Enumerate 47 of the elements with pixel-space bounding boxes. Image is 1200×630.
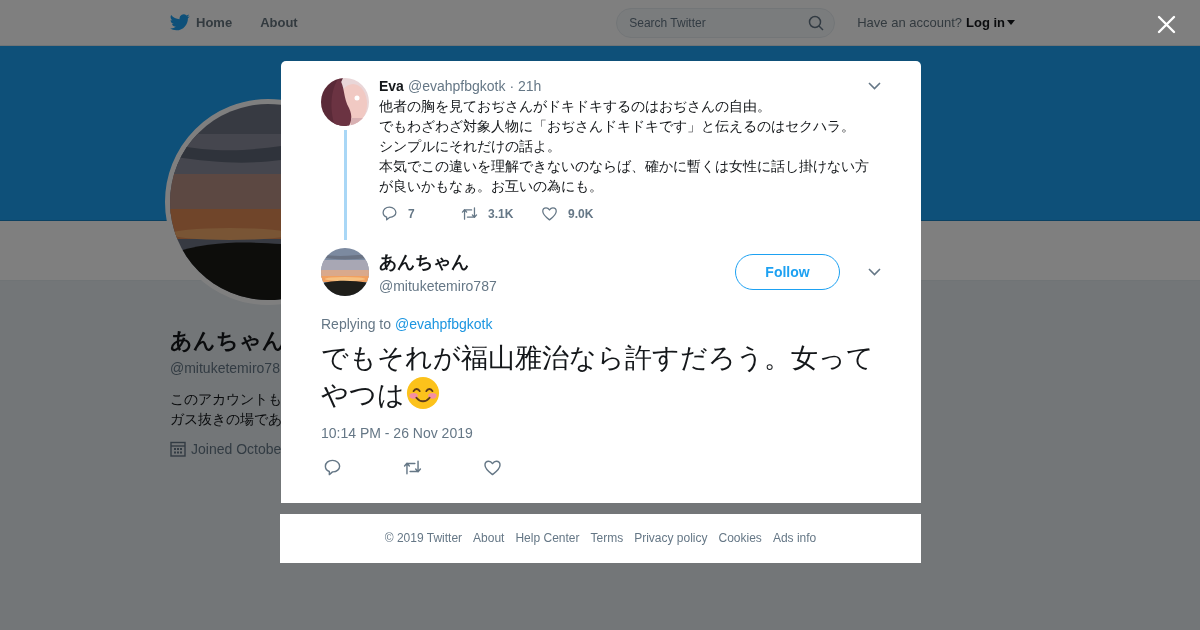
search-icon[interactable] bbox=[808, 14, 825, 31]
footer-link[interactable]: Privacy policy bbox=[634, 531, 708, 545]
footer-link[interactable]: About bbox=[473, 531, 505, 545]
replying-to-text: Replying to @evahpfbgkotk bbox=[320, 315, 494, 332]
tweet-text: でもそれが福山雅治なら許すだろう。女ってやつは bbox=[321, 342, 875, 412]
caret-icon[interactable] bbox=[1007, 20, 1015, 25]
follow-button[interactable]: Follow bbox=[735, 254, 840, 290]
chevron-down-icon[interactable] bbox=[868, 268, 881, 276]
profile-bio: このアカウントも ガス抜きの場であ bbox=[170, 390, 282, 429]
footer-link[interactable]: Cookies bbox=[718, 531, 762, 545]
mention-link[interactable]: @evahpfbgkotk bbox=[394, 316, 493, 332]
smiling-face-icon bbox=[406, 376, 440, 410]
profile-handle: @mituketemiro78 bbox=[170, 360, 280, 376]
reply-icon[interactable] bbox=[381, 205, 398, 222]
tweet-time[interactable]: · 21h bbox=[509, 78, 542, 94]
retweet-icon[interactable] bbox=[403, 458, 422, 477]
footer-link[interactable]: Help Center bbox=[515, 531, 580, 545]
footer-link[interactable]: Ads info bbox=[772, 531, 817, 545]
joined-date: Joined Octobe bbox=[191, 441, 282, 457]
footer-link[interactable]: Terms bbox=[590, 531, 624, 545]
tweet-timestamp[interactable]: 10:14 PM - 26 Nov 2019 bbox=[281, 413, 921, 441]
author-handle[interactable]: @mituketemiro787 bbox=[379, 278, 497, 294]
retweet-icon[interactable] bbox=[461, 205, 478, 222]
login-link[interactable]: Log in bbox=[966, 15, 1015, 30]
heart-icon[interactable] bbox=[483, 458, 502, 477]
nav-link[interactable]: About bbox=[260, 15, 298, 30]
author-name[interactable]: Eva bbox=[379, 78, 404, 94]
home-link[interactable]: Home bbox=[170, 14, 233, 31]
close-icon[interactable] bbox=[1157, 15, 1176, 34]
action-count: 3.1K bbox=[488, 206, 514, 221]
tweet-text-line: でもわざわざ対象人物に「おぢさんドキドキです」と伝えるのはセクハラ。 bbox=[379, 117, 856, 136]
tweet-text-line: 他者の胸を見ておぢさんがドキドキするのはおぢさんの自由。 bbox=[379, 97, 772, 116]
footer-link[interactable]: © 2019 Twitter bbox=[384, 531, 463, 545]
search-field[interactable]: Search Twitter bbox=[616, 7, 836, 38]
bird-icon bbox=[170, 14, 190, 31]
author-handle[interactable]: @evahpfbgkotk bbox=[407, 78, 506, 94]
chevron-down-icon[interactable] bbox=[868, 82, 881, 90]
account-prompt: Have an account? bbox=[857, 15, 962, 30]
author-name[interactable]: あんちゃん bbox=[379, 250, 497, 274]
heart-icon[interactable] bbox=[541, 205, 558, 222]
tweet-text-line: 本気でこの違いを理解できないのならば、確かに暫くは女性に話し掛けない方が良いかもなぁ。お互いの為にも。 bbox=[379, 157, 870, 196]
tweet-text-line: シンプルにそれだけの話よ。 bbox=[379, 137, 562, 156]
action-count: 9.0K bbox=[568, 206, 594, 221]
reply-icon[interactable] bbox=[323, 458, 342, 477]
profile-name: あんちゃん bbox=[170, 327, 285, 355]
action-count: 7 bbox=[408, 206, 415, 221]
calendar-icon bbox=[170, 441, 186, 457]
